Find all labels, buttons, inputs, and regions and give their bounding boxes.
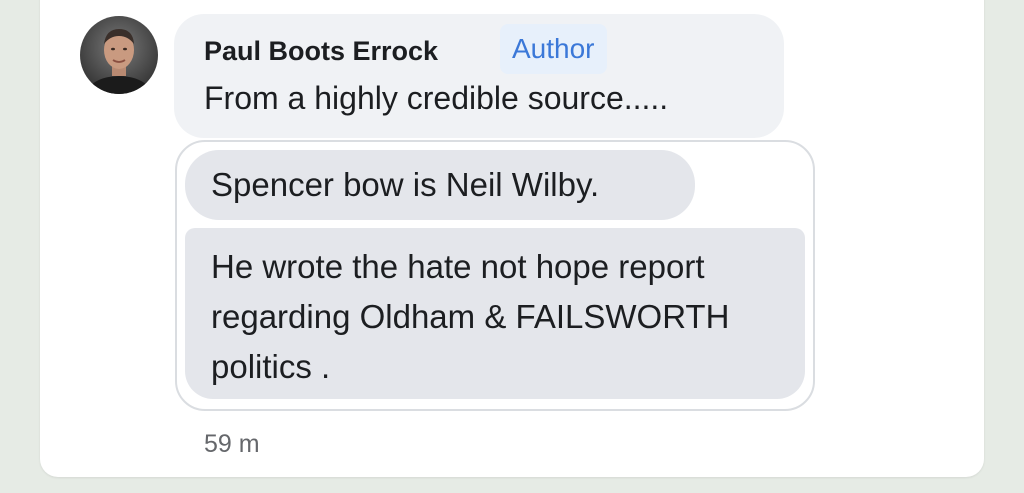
- comment-bubble: Paul Boots Errock Author From a highly c…: [174, 14, 784, 138]
- message-bubble: Spencer bow is Neil Wilby.: [185, 150, 695, 220]
- person-photo-icon: [80, 16, 158, 94]
- comment-timestamp[interactable]: 59 m: [204, 430, 260, 459]
- author-badge: Author: [500, 24, 607, 74]
- comment-text: From a highly credible source.....: [204, 80, 669, 116]
- avatar[interactable]: [80, 16, 158, 94]
- message-text: Spencer bow is Neil Wilby.: [211, 166, 600, 203]
- shared-message-screenshot[interactable]: Spencer bow is Neil Wilby. He wrote the …: [175, 140, 815, 411]
- message-line: regarding Oldham & FAILSWORTH: [211, 298, 730, 335]
- message-line: politics .: [211, 348, 331, 385]
- author-name[interactable]: Paul Boots Errock: [204, 36, 438, 67]
- message-line: He wrote the hate not hope report: [211, 248, 705, 285]
- message-bubble: He wrote the hate not hope report regard…: [185, 228, 805, 399]
